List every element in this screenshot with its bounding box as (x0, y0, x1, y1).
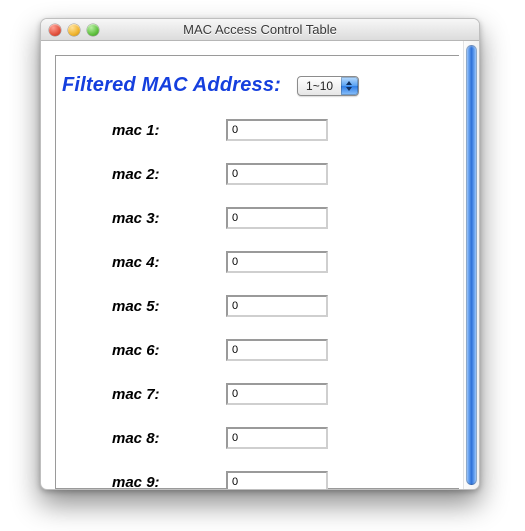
scrollbar-thumb[interactable] (466, 45, 477, 485)
mac-input-3[interactable] (226, 207, 328, 229)
mac-label: mac 3: (56, 210, 226, 227)
panel: Filtered MAC Address: 1~10 mac (55, 55, 459, 489)
range-select-input[interactable]: 1~10 (297, 76, 359, 96)
table-row: mac 4: (56, 251, 459, 273)
mac-label: mac 6: (56, 342, 226, 359)
mac-input-9[interactable] (226, 471, 328, 489)
mac-input-1[interactable] (226, 119, 328, 141)
mac-label: mac 8: (56, 430, 226, 447)
mac-input-4[interactable] (226, 251, 328, 273)
mac-label: mac 7: (56, 386, 226, 403)
mac-input-2[interactable] (226, 163, 328, 185)
table-row: mac 7: (56, 383, 459, 405)
table-row: mac 1: (56, 119, 459, 141)
mac-label: mac 2: (56, 166, 226, 183)
mac-label: mac 4: (56, 254, 226, 271)
titlebar: MAC Access Control Table (41, 19, 479, 41)
mac-input-8[interactable] (226, 427, 328, 449)
mac-rows: mac 1: mac 2: mac 3: mac 4: (56, 119, 459, 489)
mac-input-6[interactable] (226, 339, 328, 361)
window-title: MAC Access Control Table (41, 22, 479, 37)
table-row: mac 3: (56, 207, 459, 229)
page-title: Filtered MAC Address: (62, 74, 281, 97)
close-icon[interactable] (49, 24, 61, 36)
table-row: mac 8: (56, 427, 459, 449)
scrollbar-track[interactable] (463, 41, 479, 489)
content-area: Filtered MAC Address: 1~10 mac (41, 41, 463, 489)
table-row: mac 9: (56, 471, 459, 489)
mac-label: mac 9: (56, 474, 226, 490)
table-row: mac 5: (56, 295, 459, 317)
mac-label: mac 5: (56, 298, 226, 315)
mac-input-5[interactable] (226, 295, 328, 317)
table-row: mac 6: (56, 339, 459, 361)
mac-label: mac 1: (56, 122, 226, 139)
range-select[interactable]: 1~10 (297, 76, 359, 96)
mac-input-7[interactable] (226, 383, 328, 405)
minimize-icon[interactable] (68, 24, 80, 36)
zoom-icon[interactable] (87, 24, 99, 36)
table-row: mac 2: (56, 163, 459, 185)
window-controls (41, 24, 99, 36)
app-window: MAC Access Control Table Filtered MAC Ad… (40, 18, 480, 490)
